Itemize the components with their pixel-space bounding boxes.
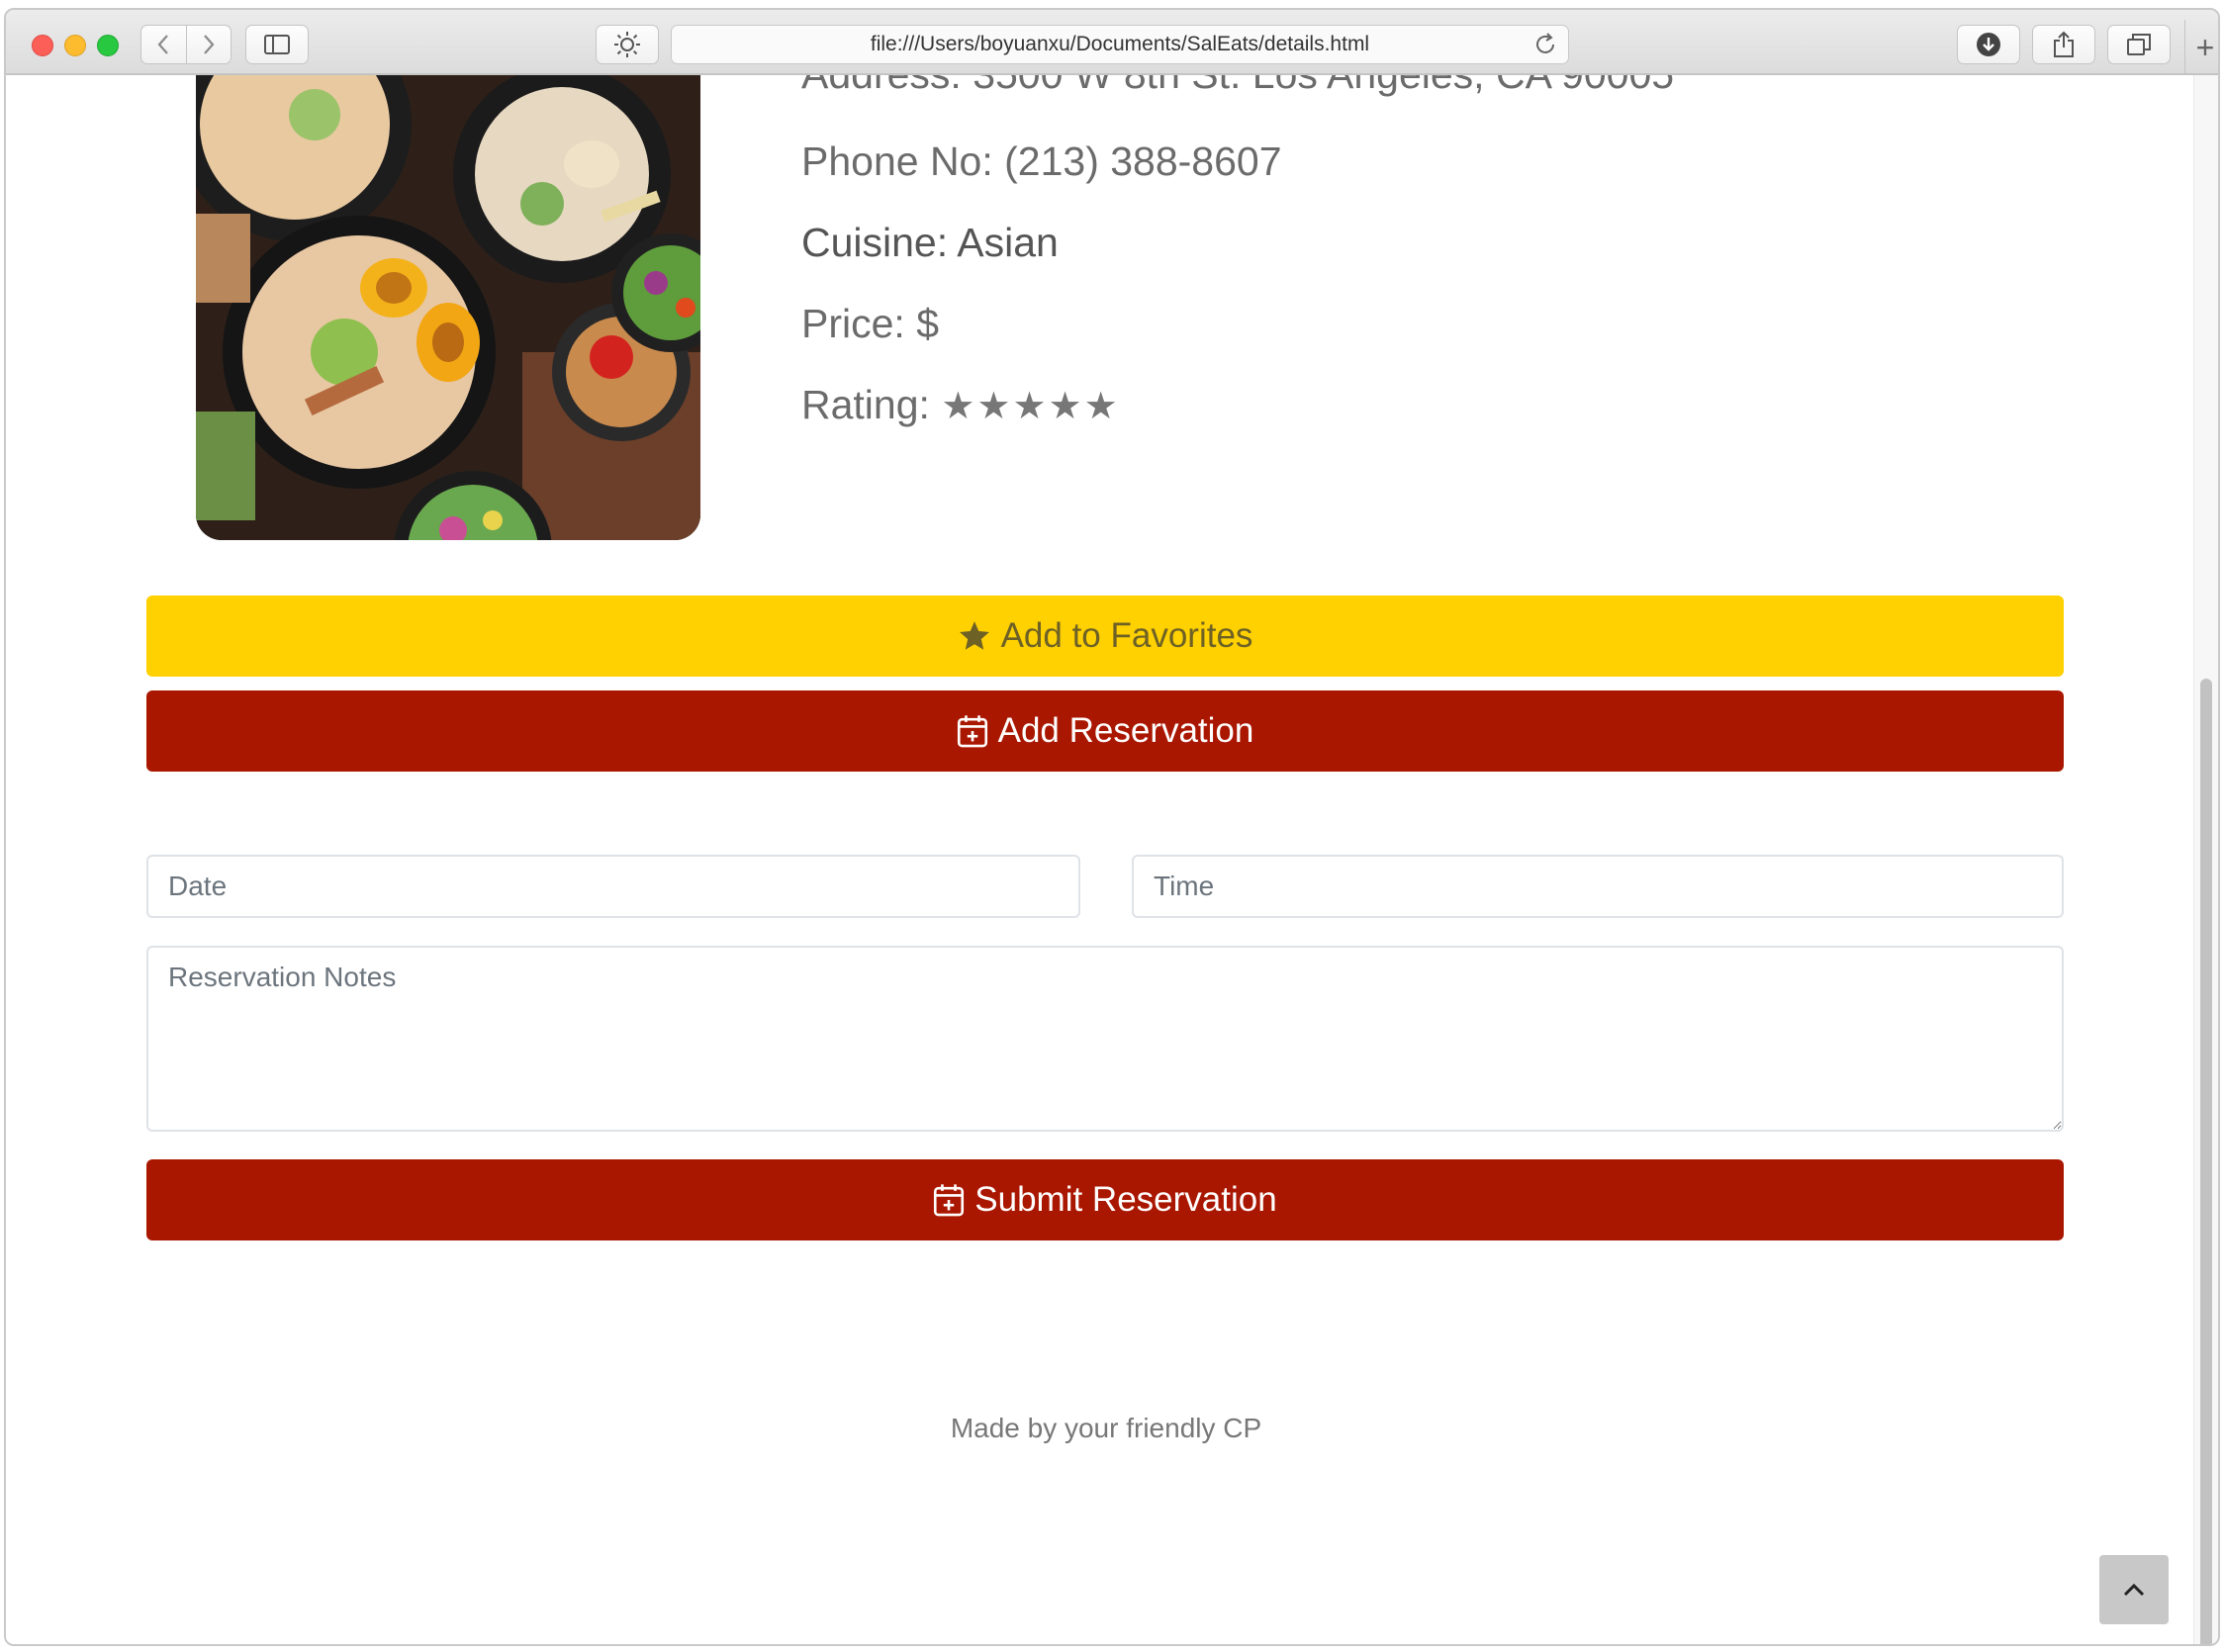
add-to-favorites-button[interactable]: Add to Favorites: [146, 596, 2064, 677]
brightness-icon: [614, 32, 640, 57]
download-icon: [1977, 33, 2000, 56]
tab-overview-button[interactable]: [2107, 25, 2171, 64]
reservation-notes-input[interactable]: [146, 946, 2064, 1132]
restaurant-image: [196, 75, 700, 540]
tabs-icon: [2127, 34, 2151, 55]
date-input[interactable]: [146, 855, 1080, 918]
back-button[interactable]: [141, 26, 186, 63]
time-input[interactable]: [1132, 855, 2064, 918]
reader-brightness-button[interactable]: [596, 25, 659, 64]
chevron-up-icon: [2123, 1583, 2145, 1597]
maximize-window-button[interactable]: [97, 35, 119, 56]
restaurant-address: Address: 3500 W 8th St. Los Angeles, CA …: [801, 75, 1674, 98]
downloads-button[interactable]: [1957, 25, 2020, 64]
rating-label: Rating:: [801, 382, 930, 427]
reload-icon[interactable]: [1532, 32, 1558, 57]
sidebar-icon: [264, 35, 290, 54]
sidebar-toggle-button[interactable]: [245, 25, 309, 64]
page-scrollbar[interactable]: [2193, 75, 2218, 1644]
share-icon: [2054, 31, 2074, 57]
add-reservation-button[interactable]: Add Reservation: [146, 690, 2064, 772]
footer-credit: Made by your friendly CP: [950, 1413, 1262, 1443]
add-reservation-label: Add Reservation: [997, 711, 1254, 750]
navigation-buttons: [140, 25, 232, 64]
submit-reservation-button[interactable]: Submit Reservation: [146, 1159, 2064, 1240]
food-photo-icon: [196, 75, 700, 540]
forward-button[interactable]: [185, 26, 232, 63]
address-bar[interactable]: file:///Users/boyuanxu/Documents/SalEats…: [671, 25, 1569, 64]
browser-window: file:///Users/boyuanxu/Documents/SalEats…: [4, 8, 2220, 1646]
rating-stars: ★★★★★: [941, 386, 1120, 427]
page-content: Address: 3500 W 8th St. Los Angeles, CA …: [6, 75, 2196, 1644]
back-to-top-button[interactable]: [2099, 1555, 2169, 1624]
close-window-button[interactable]: [32, 35, 53, 56]
minimize-window-button[interactable]: [64, 35, 86, 56]
share-button[interactable]: [2032, 25, 2095, 64]
new-tab-button[interactable]: +: [2184, 20, 2218, 75]
restaurant-cuisine: Cuisine: Asian: [801, 220, 1059, 265]
star-icon: [959, 621, 989, 650]
restaurant-phone: Phone No: (213) 388-8607: [801, 138, 1282, 184]
restaurant-rating: Rating: ★★★★★: [801, 382, 1120, 428]
calendar-plus-icon: [934, 1184, 965, 1217]
browser-toolbar: file:///Users/boyuanxu/Documents/SalEats…: [6, 10, 2218, 75]
submit-reservation-label: Submit Reservation: [974, 1180, 1277, 1219]
plus-icon: +: [2195, 29, 2215, 65]
url-text: file:///Users/boyuanxu/Documents/SalEats…: [870, 33, 1370, 55]
calendar-plus-icon: [957, 715, 987, 748]
chevron-left-icon: [157, 35, 169, 54]
scrollbar-thumb[interactable]: [2200, 679, 2212, 1644]
chevron-right-icon: [203, 35, 215, 54]
restaurant-price: Price: $: [801, 301, 939, 346]
add-to-favorites-label: Add to Favorites: [1000, 616, 1253, 655]
